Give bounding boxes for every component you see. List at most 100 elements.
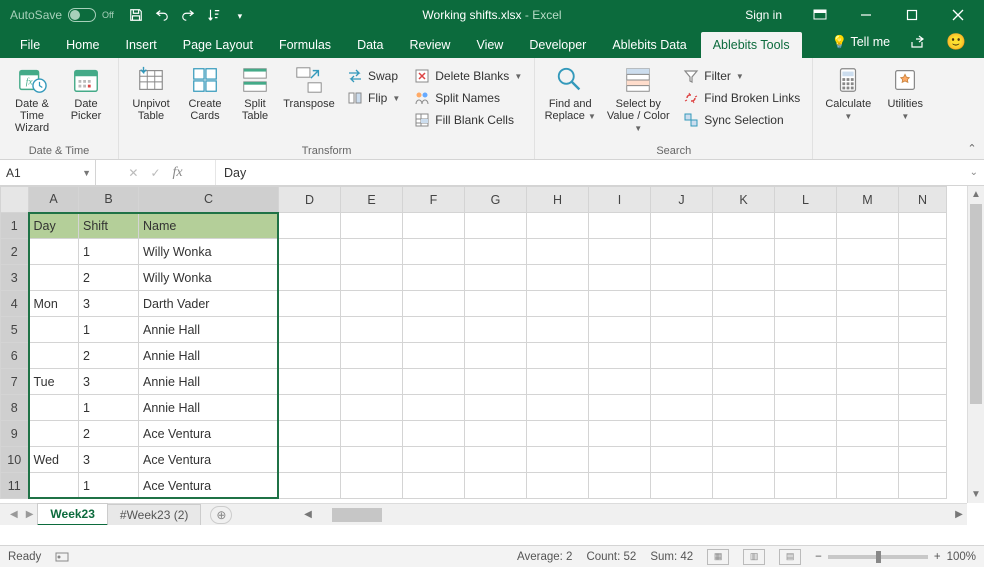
cell[interactable]	[341, 343, 403, 369]
cell[interactable]	[341, 239, 403, 265]
cell[interactable]	[899, 447, 947, 473]
cell[interactable]	[279, 239, 341, 265]
zoom-out-icon[interactable]: −	[815, 551, 822, 563]
enter-formula-icon[interactable]: ✓	[150, 166, 160, 180]
cell[interactable]	[279, 213, 341, 239]
cell[interactable]	[651, 317, 713, 343]
cell[interactable]	[899, 291, 947, 317]
cell[interactable]	[651, 239, 713, 265]
cell[interactable]	[589, 213, 651, 239]
new-sheet-icon[interactable]: ⊕	[210, 506, 232, 524]
column-header[interactable]: C	[139, 187, 279, 213]
cell[interactable]	[713, 369, 775, 395]
unpivot-table-button[interactable]: Unpivot Table	[127, 62, 175, 124]
cell[interactable]	[589, 395, 651, 421]
tab-home[interactable]: Home	[54, 32, 111, 58]
cell[interactable]	[527, 239, 589, 265]
cell[interactable]	[403, 213, 465, 239]
cell[interactable]	[279, 317, 341, 343]
cell[interactable]	[899, 395, 947, 421]
row-header[interactable]: 9	[1, 421, 29, 447]
column-header[interactable]: M	[837, 187, 899, 213]
row-header[interactable]: 4	[1, 291, 29, 317]
cell[interactable]	[527, 291, 589, 317]
transpose-button[interactable]: Transpose	[281, 62, 337, 124]
feedback-icon[interactable]: 🙂	[936, 26, 976, 58]
cell[interactable]	[837, 317, 899, 343]
cell[interactable]	[403, 343, 465, 369]
cell[interactable]	[279, 395, 341, 421]
formula-input[interactable]: Day⌄	[216, 160, 984, 185]
cell[interactable]: 3	[79, 369, 139, 395]
cell[interactable]	[651, 421, 713, 447]
view-layout-icon[interactable]: ▥	[743, 549, 765, 565]
redo-icon[interactable]	[178, 5, 198, 25]
cell[interactable]	[527, 421, 589, 447]
qat-customize-icon[interactable]: ▾	[230, 5, 250, 25]
cell[interactable]	[589, 447, 651, 473]
cell[interactable]	[465, 213, 527, 239]
cell[interactable]	[403, 395, 465, 421]
cell[interactable]	[403, 369, 465, 395]
cell[interactable]	[899, 239, 947, 265]
cell[interactable]	[341, 291, 403, 317]
column-header[interactable]: N	[899, 187, 947, 213]
cell[interactable]	[403, 239, 465, 265]
cell[interactable]: 2	[79, 421, 139, 447]
cell[interactable]	[465, 239, 527, 265]
cell[interactable]	[403, 421, 465, 447]
column-header[interactable]: J	[651, 187, 713, 213]
row-header[interactable]: 8	[1, 395, 29, 421]
cell[interactable]	[775, 265, 837, 291]
cell[interactable]: Annie Hall	[139, 395, 279, 421]
cell[interactable]	[279, 447, 341, 473]
macro-record-icon[interactable]	[55, 551, 69, 563]
cell[interactable]	[465, 447, 527, 473]
cell[interactable]	[341, 447, 403, 473]
cell[interactable]	[837, 369, 899, 395]
select-by-value-button[interactable]: Select by Value / Color ▼	[603, 62, 673, 134]
cell[interactable]: 3	[79, 291, 139, 317]
cell[interactable]: Willy Wonka	[139, 265, 279, 291]
cell[interactable]	[899, 369, 947, 395]
cell[interactable]	[837, 473, 899, 499]
cell[interactable]	[589, 317, 651, 343]
collapse-ribbon-icon[interactable]: ⌃	[960, 58, 984, 159]
cell[interactable]	[589, 265, 651, 291]
row-header[interactable]: 6	[1, 343, 29, 369]
scroll-down-icon[interactable]: ▼	[968, 486, 984, 503]
date-picker-button[interactable]: Date Picker	[62, 62, 110, 124]
tab-formulas[interactable]: Formulas	[267, 32, 343, 58]
cell[interactable]	[527, 317, 589, 343]
cell[interactable]	[465, 317, 527, 343]
cell[interactable]	[29, 421, 79, 447]
sheet-tab[interactable]: #Week23 (2)	[107, 504, 201, 525]
cell[interactable]	[837, 213, 899, 239]
cell[interactable]	[465, 473, 527, 499]
cell[interactable]: 1	[79, 473, 139, 499]
cell[interactable]	[651, 291, 713, 317]
cell[interactable]	[837, 447, 899, 473]
cell[interactable]	[29, 239, 79, 265]
cell[interactable]	[775, 369, 837, 395]
cell[interactable]	[341, 317, 403, 343]
tab-ablebits-tools[interactable]: Ablebits Tools	[701, 32, 802, 58]
cell[interactable]	[589, 369, 651, 395]
cell[interactable]	[775, 343, 837, 369]
cell[interactable]: 2	[79, 343, 139, 369]
cell[interactable]	[651, 395, 713, 421]
tab-insert[interactable]: Insert	[114, 32, 169, 58]
column-header[interactable]: B	[79, 187, 139, 213]
cell[interactable]: 3	[79, 447, 139, 473]
cell[interactable]	[651, 343, 713, 369]
row-header[interactable]: 1	[1, 213, 29, 239]
horizontal-scrollbar[interactable]: ◀ ▶	[300, 503, 967, 525]
cell[interactable]: Tue	[29, 369, 79, 395]
cell[interactable]	[589, 291, 651, 317]
cell[interactable]	[29, 317, 79, 343]
cell[interactable]: Shift	[79, 213, 139, 239]
autosave-toggle[interactable]: AutoSave Off	[4, 8, 120, 22]
cell[interactable]: Ace Ventura	[139, 447, 279, 473]
cell[interactable]	[899, 213, 947, 239]
cell[interactable]	[713, 265, 775, 291]
